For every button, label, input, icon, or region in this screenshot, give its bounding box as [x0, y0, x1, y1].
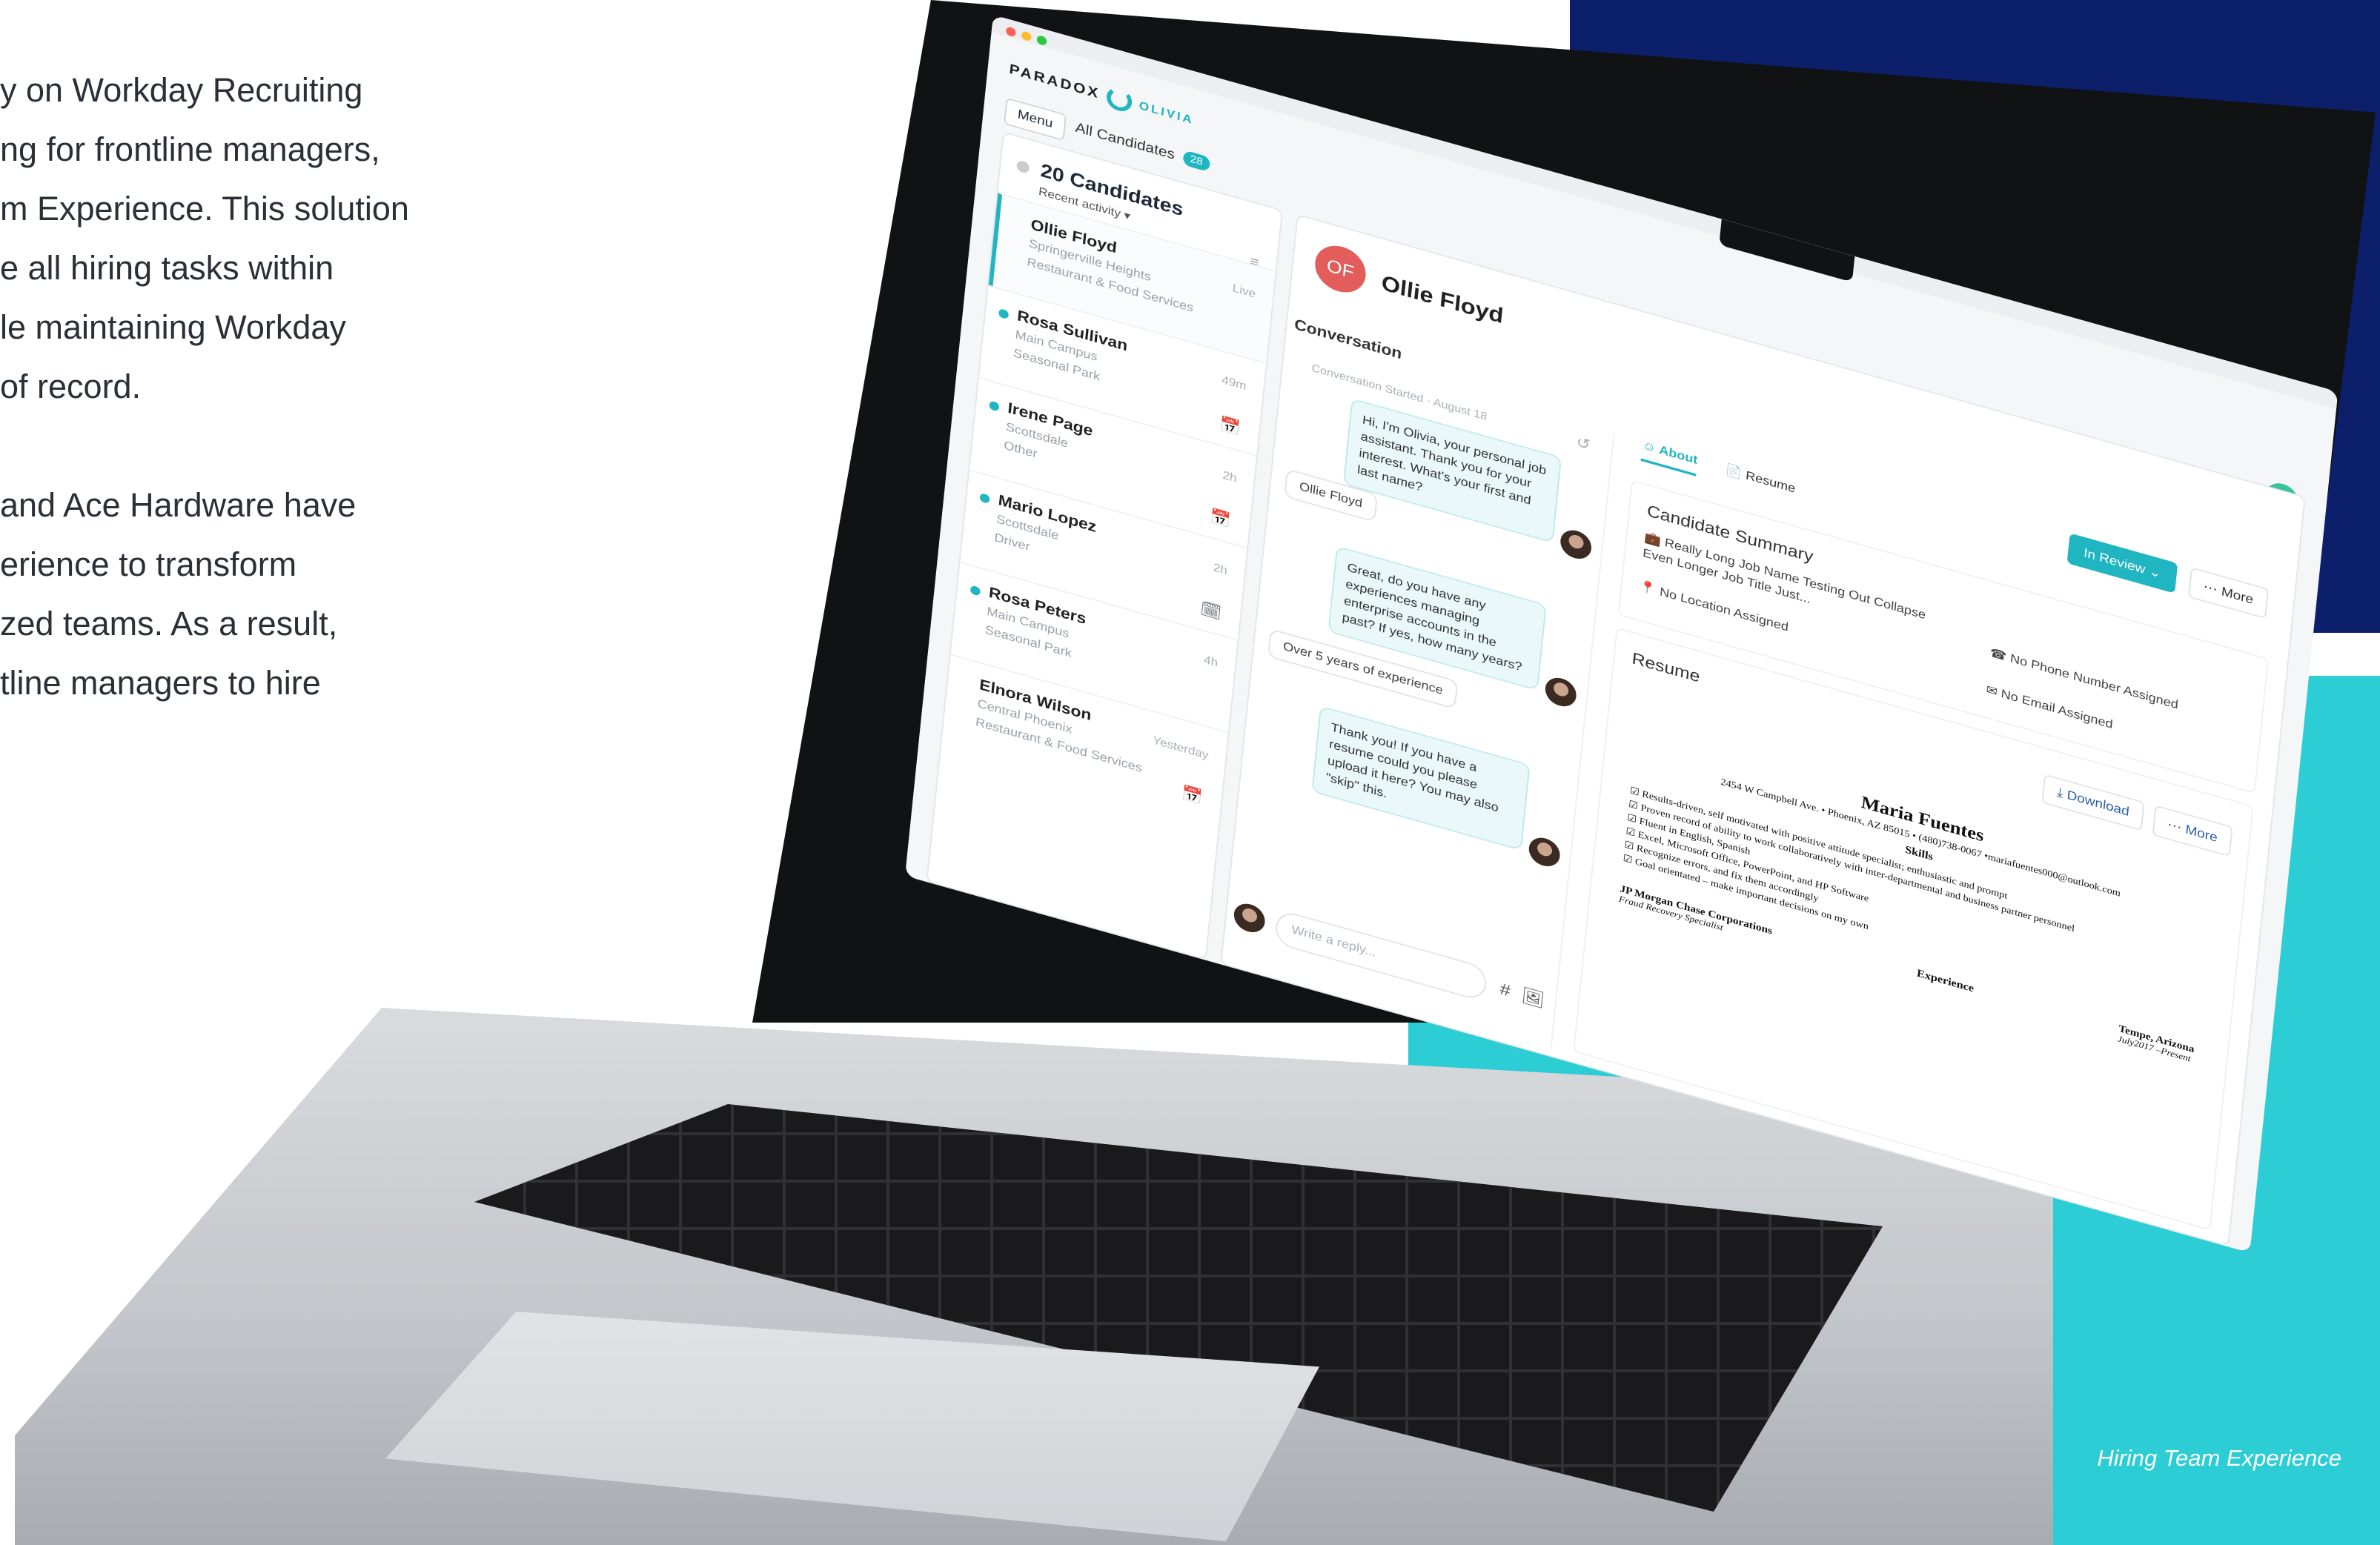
summary-title: Candidate Summary [1646, 500, 1814, 566]
unread-dot [969, 585, 981, 597]
candidate-avatar: OF [1313, 239, 1368, 299]
tab-about-label: About [1658, 443, 1699, 468]
unread-dot [998, 308, 1010, 320]
intro-line: erience to transform [0, 545, 297, 583]
unread-dot [989, 400, 1000, 412]
candidate-count-badge: 28 [1182, 150, 1211, 173]
caption: Hiring Team Experience [2097, 1445, 2341, 1471]
mail-icon: ✉ [1985, 682, 1998, 700]
tab-resume[interactable]: 📄 Resume [1724, 462, 1796, 503]
hashtag-icon[interactable]: # [1499, 979, 1511, 1001]
candidate-list-panel: 20 Candidates Recent activity ▾ ≡ Ollie … [926, 131, 1284, 960]
resume-more-label: More [2184, 823, 2218, 845]
briefcase-icon: 💼 [1643, 530, 1662, 548]
email-value: No Email Assigned [2000, 687, 2114, 732]
reply-input[interactable]: Write a reply... [1274, 908, 1488, 1003]
intro-line: m Experience. This solution [0, 190, 409, 227]
status-dropdown-button[interactable]: In Review ⌄ [2066, 533, 2178, 594]
olivia-message: Hi, I'm Olivia, your personal job assist… [1342, 398, 1562, 543]
zoom-dot-icon[interactable] [1036, 34, 1047, 47]
unread-dot [979, 492, 990, 505]
olivia-avatar [1528, 834, 1562, 870]
status-label: In Review [2083, 545, 2147, 577]
minimize-dot-icon[interactable] [1021, 30, 1032, 42]
status-dot [1015, 159, 1030, 174]
tab-resume-label: Resume [1745, 468, 1796, 496]
experience-heading: Experience [1916, 966, 1975, 994]
intro-line: tline managers to hire [0, 664, 321, 702]
history-icon[interactable]: ↺ [1575, 433, 1591, 454]
intro-line: and Ace Hardware have [0, 486, 357, 524]
phone-icon: ☎ [1989, 646, 2008, 664]
reply-tools: # 🖼 [1499, 979, 1546, 1011]
intro-line: e all hiring tasks within [0, 249, 334, 287]
olivia-message: Thank you! If you have a resume could yo… [1311, 705, 1531, 851]
conversation-panel: Conversation Started · August 18 ↺ Hi, I… [1222, 341, 1615, 1049]
pin-icon: 📍 [1638, 579, 1657, 597]
close-dot-icon[interactable] [1005, 26, 1017, 38]
intro-line: y on Workday Recruiting [0, 71, 363, 109]
resume-document: Maria Fuentes 2454 W Campbell Ave. • Pho… [1618, 729, 2210, 1066]
brand-name: PARADOX [1008, 60, 1101, 102]
brand-sub: OLIVIA [1138, 99, 1195, 127]
intro-text: y on Workday Recruiting ng for frontline… [0, 61, 519, 713]
olivia-avatar [1559, 526, 1593, 562]
olivia-avatar [1544, 674, 1578, 711]
tab-about[interactable]: ☺ About [1640, 438, 1699, 476]
candidate-title: Ollie Floyd [1380, 270, 1505, 329]
intro-line: of record. [0, 368, 142, 405]
intro-line: ng for frontline managers, [0, 130, 380, 168]
image-icon[interactable]: 🖼 [1520, 985, 1546, 1010]
olivia-avatar [1233, 900, 1267, 936]
intro-line: zed teams. As a result, [0, 605, 338, 642]
more-button[interactable]: ⋯ More [2187, 567, 2270, 619]
more-label: More [2221, 584, 2254, 608]
olivia-ring-icon [1105, 84, 1133, 115]
intro-line: le maintaining Workday [0, 308, 346, 346]
